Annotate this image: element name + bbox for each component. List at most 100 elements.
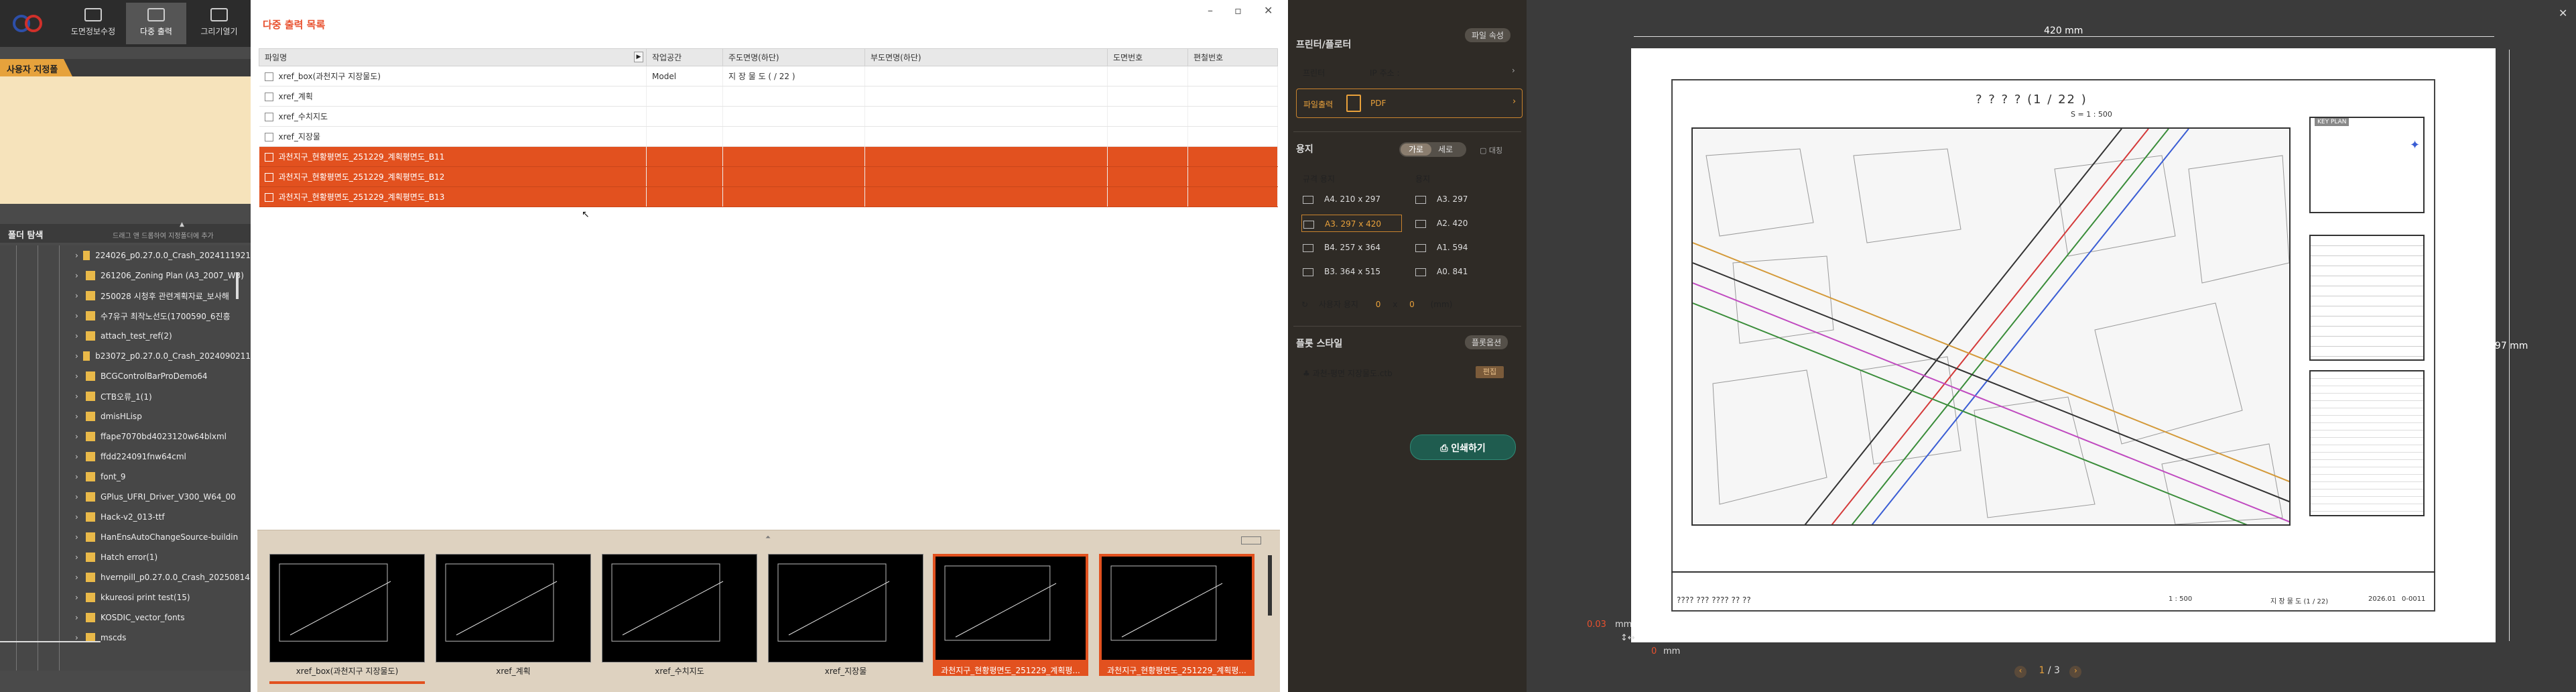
file-properties-button[interactable]: 파일 속성 [1465,28,1510,42]
column-header-binding-no[interactable]: 편철번호 [1187,48,1278,66]
tree-scrollbar[interactable] [236,272,239,299]
table-row[interactable]: 과천지구_현황평면도_251229_계획평면도_B13 [259,186,1278,207]
folder-icon [86,331,95,341]
drawing-thumbnail[interactable]: xref_수치지도 [602,554,757,676]
custom-height-input[interactable]: 0 [1409,300,1415,309]
column-header-main-title[interactable]: 주도면명(하단) [722,48,865,66]
landscape-option[interactable]: 가로 [1401,143,1431,156]
close-icon[interactable]: ✕ [1264,4,1273,17]
row-checkbox[interactable] [264,193,273,202]
row-checkbox[interactable] [264,173,273,182]
thumbnail-scrollbar[interactable] [1268,555,1272,616]
table-row[interactable]: 과천지구_현황평면도_251229_계획평면도_B11 [259,146,1278,167]
folder-icon [86,371,95,381]
paper-size-option[interactable]: B4. 257 x 364 [1301,239,1402,256]
paper-width-option[interactable]: A0. 841 [1415,267,1468,276]
favorites-panel[interactable] [0,76,251,204]
row-checkbox[interactable] [264,153,273,162]
chevron-right-icon[interactable]: › [75,573,86,582]
row-checkbox[interactable] [264,113,273,121]
chevron-right-icon[interactable]: › [75,512,86,522]
prev-page-icon[interactable]: ‹ [2014,666,2026,678]
collapse-arrow-icon[interactable]: ⏶ [765,534,771,541]
paper-size-option[interactable]: A3. 297 x 420 [1301,215,1402,232]
chevron-right-icon[interactable]: › [75,553,86,562]
drawing-thumbnail[interactable]: 과천지구_현황평면도_251229_계획평... [1099,554,1254,676]
custom-width-input[interactable]: 0 [1376,300,1381,309]
orientation-toggle[interactable]: 가로 세로 [1399,142,1466,157]
row-checkbox[interactable] [264,93,273,101]
style-icon: ♣ [1303,369,1310,378]
chevron-right-icon[interactable]: › [75,593,86,602]
chevron-right-icon[interactable]: › [75,371,86,381]
tree-horizontal-line [0,641,101,642]
paper-width-option[interactable]: A1. 594 [1415,243,1468,252]
table-row[interactable]: xref_지장물 [259,126,1278,147]
row-filename: 과천지구_현황평면도_251229_계획평면도_B12 [278,172,445,182]
chevron-right-icon[interactable]: › [75,251,83,260]
chevron-right-icon[interactable]: › [75,271,86,280]
drawing-thumbnail[interactable]: xref_계획 [436,554,591,676]
view-toggle-icon[interactable] [1241,536,1261,544]
drawing-thumbnail[interactable]: xref_지장물 [768,554,923,676]
chevron-right-icon[interactable]: › [75,412,86,421]
chevron-right-icon[interactable]: › [75,472,86,481]
table-row[interactable]: 과천지구_현황평면도_251229_계획평면도_B12 [259,166,1278,187]
chevron-right-icon[interactable]: › [75,392,86,401]
title-block: ???? ??? ???? ?? ?? 1 : 500 지 장 물 도 (1 /… [1671,571,2435,612]
table-row[interactable]: xref_수치지도 [259,106,1278,127]
multi-print-button[interactable]: 다중 출력 [126,3,186,44]
edit-drawing-info-button[interactable]: 도면정보수정 [63,3,123,44]
chevron-right-icon[interactable]: › [75,452,86,461]
folder-icon [86,291,95,300]
chevron-right-icon[interactable]: › [75,613,86,622]
fit-checkbox[interactable]: ▢ 대칭 [1480,145,1502,156]
favorites-tab[interactable]: 사용자 지정폴더 [0,59,72,76]
edit-style-button[interactable]: 편집 [1476,366,1504,378]
portrait-option[interactable]: 세로 [1438,143,1453,155]
next-page-icon[interactable]: › [2069,666,2082,678]
printer-select[interactable]: IP 주소 : [1370,67,1400,78]
maximize-icon[interactable]: ▫ [1234,4,1242,17]
chevron-right-icon[interactable]: › [75,351,83,361]
minimize-icon[interactable]: – [1208,4,1213,17]
column-header-workspace[interactable]: 작업공간 [646,48,723,66]
column-header-sub-title[interactable]: 부도면명(하단) [864,48,1108,66]
drawing-thumbnail[interactable]: xref_box(과천지구 지장물도) [269,554,425,676]
row-checkbox[interactable] [264,72,273,81]
thumbnail-caption: xref_수치지도 [655,667,704,676]
splitter-handle[interactable]: ▲ [180,221,186,228]
column-header-drawing-no[interactable]: 도면번호 [1107,48,1188,66]
close-preview-icon[interactable]: ✕ [2559,7,2567,19]
column-expand-icon[interactable]: ▶ [634,52,643,62]
folder-icon [86,311,95,321]
chevron-right-icon[interactable]: › [75,532,86,542]
offset-y-value[interactable]: 0.03 [1587,620,1606,630]
chevron-right-icon[interactable]: › [75,291,86,300]
column-header-filename[interactable]: 파일명 [259,48,647,66]
page-title: 다중 출력 목록 [263,19,326,31]
open-drawing-button[interactable]: 그리기열기 [189,3,249,44]
offset-x-value[interactable]: 0 [1651,646,1657,656]
chevron-right-icon[interactable]: › [75,331,86,341]
row-checkbox[interactable] [264,133,273,141]
drawing-thumbnail[interactable]: 과천지구_현황평면도_251229_계획평... [933,554,1088,676]
table-row[interactable]: xref_계획 [259,86,1278,107]
table-row[interactable]: xref_box(과천지구 지장물도) Model 지 장 물 도 ( / 22 ) [259,66,1278,86]
paper-width-option[interactable]: A3. 297 [1415,194,1468,204]
file-output-row[interactable]: 파일출력 PDF › [1296,89,1523,118]
row-main-title [722,126,865,147]
custom-paper-row[interactable]: ↻ 사용자 용지 0 x 0 (mm) [1301,298,1452,310]
chevron-right-icon[interactable]: › [1512,66,1515,75]
plot-style-select[interactable]: ♣ 과천-평면 지장물도.ctb [1303,367,1393,379]
chevron-right-icon[interactable]: › [75,492,86,502]
paper-width-option[interactable]: A2. 420 [1415,219,1468,228]
print-button[interactable]: ⎙ 인쇄하기 [1410,435,1516,460]
key-plan-box: KEY PLAN ✦ [2309,117,2425,213]
plot-options-button[interactable]: 플롯옵션 [1465,335,1508,349]
chevron-right-icon[interactable]: › [75,311,86,321]
chevron-right-icon[interactable]: › [75,432,86,441]
paper-size-option[interactable]: A4. 210 x 297 [1301,190,1402,208]
thumbnail-caption: 과천지구_현황평면도_251229_계획평... [933,662,1088,676]
paper-size-option[interactable]: B3. 364 x 515 [1301,263,1402,280]
